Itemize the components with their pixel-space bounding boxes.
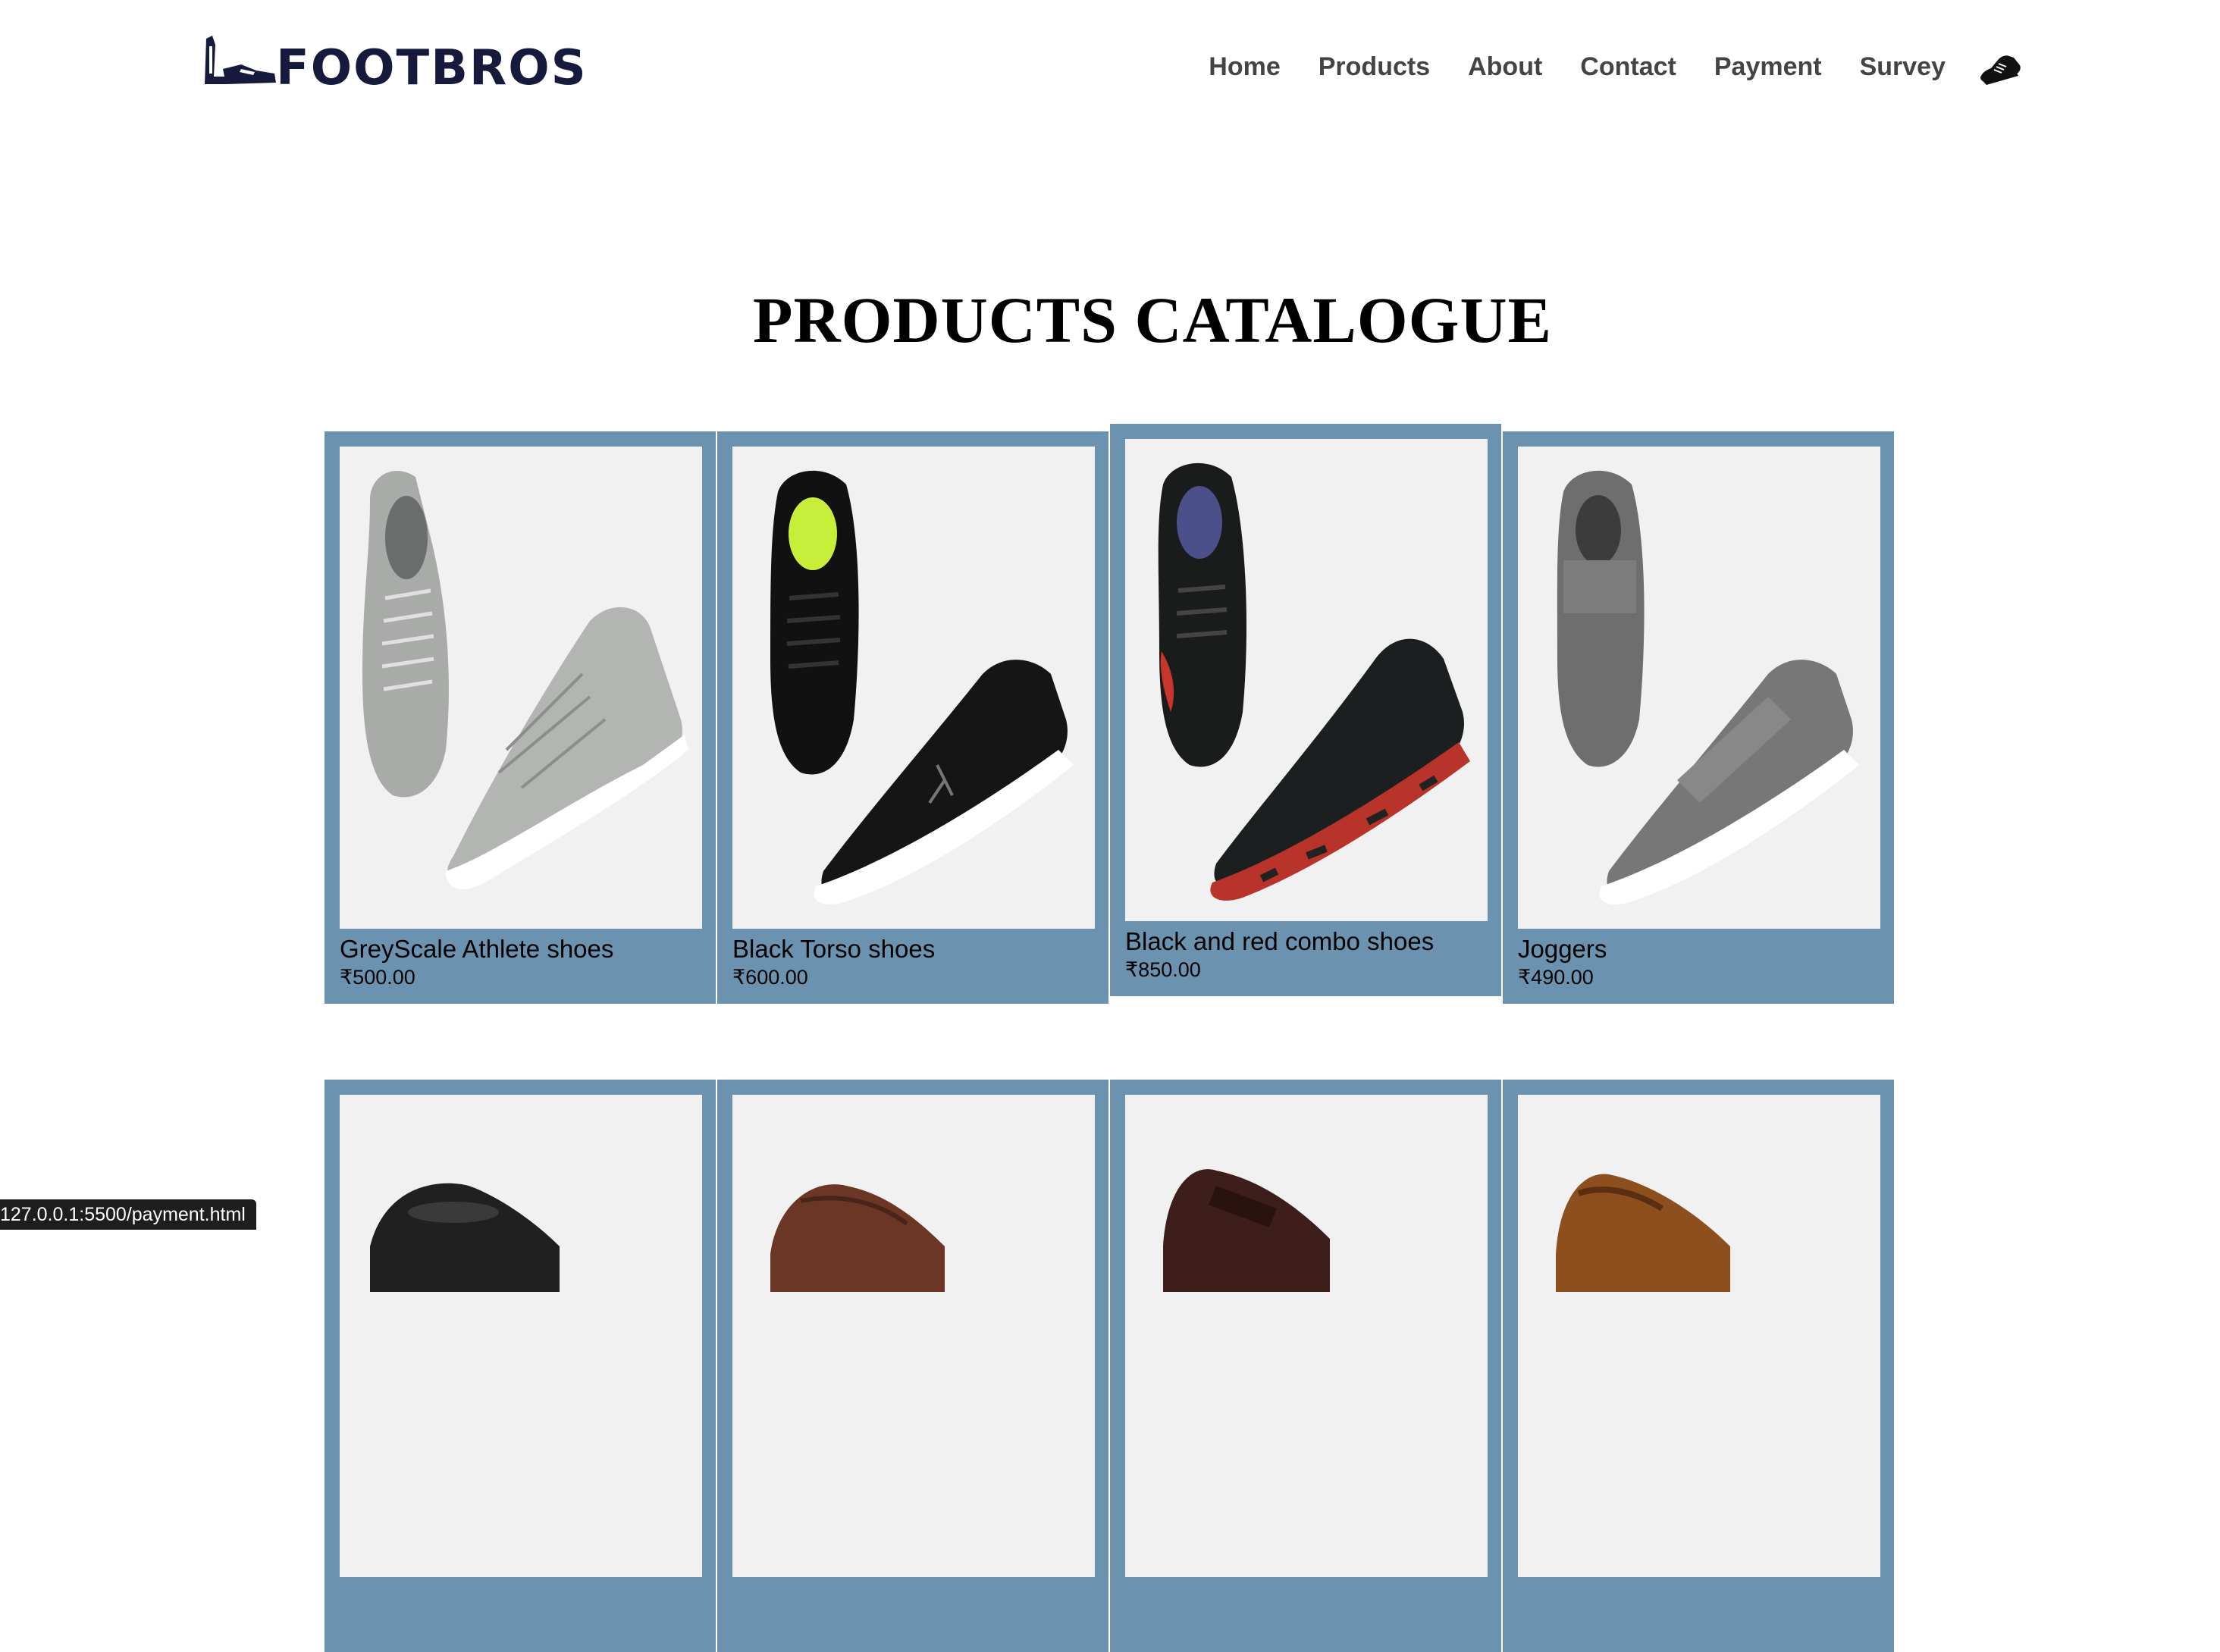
product-row (325, 1080, 1895, 1652)
nav-products[interactable]: Products (1319, 52, 1430, 82)
nav-payment[interactable]: Payment (1714, 52, 1822, 82)
brand-logo[interactable]: FOOTBROS (196, 27, 588, 103)
product-image-brown-loafers (732, 1095, 1095, 1577)
product-card[interactable]: Joggers ₹490.00 (1503, 431, 1894, 1004)
product-card[interactable]: Black Torso shoes ₹600.00 (717, 431, 1108, 1004)
product-card[interactable] (1503, 1080, 1894, 1652)
product-image-tan-loafers (1518, 1095, 1880, 1577)
product-name: GreyScale Athlete shoes (340, 935, 614, 963)
product-card[interactable] (325, 1080, 716, 1652)
product-image-black-loafers (340, 1095, 702, 1577)
product-image-dark-brown-loafers (1125, 1095, 1488, 1577)
product-name: Black and red combo shoes (1125, 927, 1435, 955)
sneaker-icon[interactable] (1976, 42, 2024, 91)
product-image-black-running-shoes (732, 447, 1095, 929)
product-card[interactable] (717, 1080, 1108, 1652)
product-name: Joggers (1518, 935, 1607, 963)
product-card[interactable]: Black and red combo shoes ₹850.00 (1110, 424, 1501, 996)
product-row: GreyScale Athlete shoes ₹500.00 Black To… (325, 424, 1895, 1004)
brand-name: FOOTBROS (276, 40, 588, 96)
page-title: PRODUCTS CATALOGUE (752, 284, 1553, 356)
product-image-grey-high-top-sneakers (340, 447, 702, 929)
nav-home[interactable]: Home (1209, 52, 1280, 82)
product-image-black-red-trail-shoes (1125, 439, 1488, 921)
product-price: ₹600.00 (732, 966, 808, 989)
main-nav: Home Products About Contact Payment Surv… (1171, 42, 2024, 91)
product-name: Black Torso shoes (732, 935, 936, 963)
nav-contact[interactable]: Contact (1580, 52, 1676, 82)
product-price: ₹500.00 (340, 966, 415, 989)
nav-about[interactable]: About (1468, 52, 1542, 82)
shoe-logo-icon (205, 36, 276, 84)
status-bar-url: 127.0.0.1:5500/payment.html (0, 1199, 256, 1230)
product-price: ₹490.00 (1518, 966, 1594, 989)
product-image-grey-slip-on-joggers (1518, 447, 1880, 929)
nav-survey[interactable]: Survey (1860, 52, 1946, 82)
product-card[interactable]: GreyScale Athlete shoes ₹500.00 (325, 431, 716, 1004)
product-card[interactable] (1110, 1080, 1501, 1652)
product-price: ₹850.00 (1125, 958, 1201, 981)
